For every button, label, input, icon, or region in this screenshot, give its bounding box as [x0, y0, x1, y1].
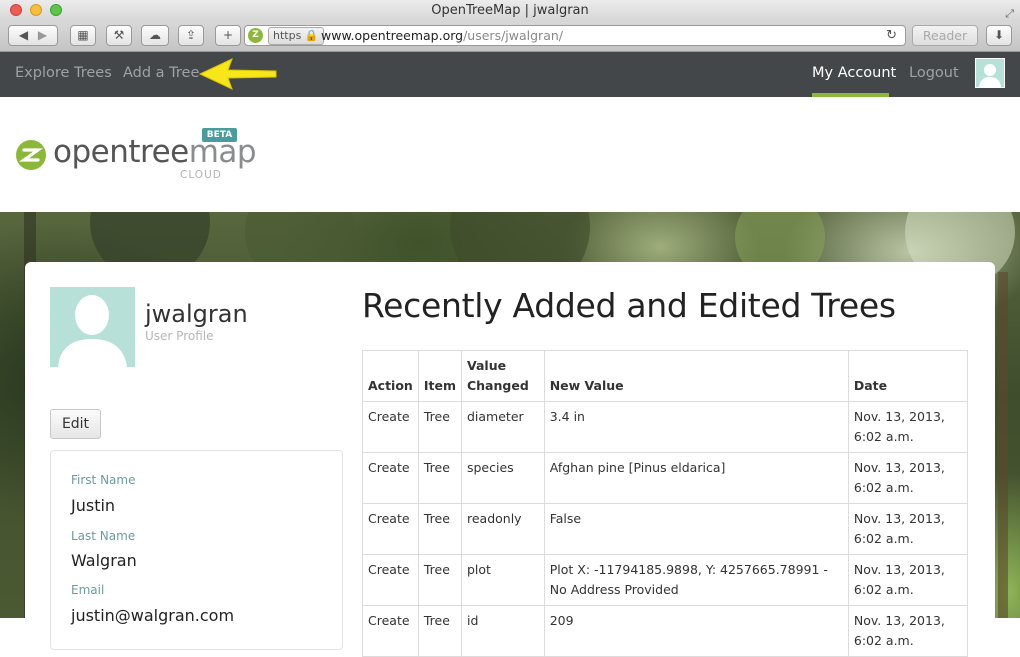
lock-icon: 🔒 [304, 29, 319, 42]
annotation-arrow-icon [198, 58, 277, 90]
browser-toolbar: ◀ ▶ ▦ ⚒ ☁ ⇪ + Z https 🔒 www.opentreemap.… [0, 22, 1020, 52]
new-tab-button[interactable]: + [215, 25, 241, 46]
site-header: opentreemap BETA CLOUD [0, 97, 1020, 212]
plus-icon: + [222, 28, 234, 42]
last-name-label: Last Name [71, 529, 136, 543]
last-name-value: Walgran [71, 551, 137, 570]
first-name-value: Justin [71, 496, 116, 515]
cell-new-value: Afghan pine [Pinus eldarica] [543, 452, 849, 504]
cell-new-value: 3.4 in [543, 401, 849, 453]
download-icon: ⬇ [993, 28, 1005, 42]
url-path: /users/jwalgran/ [463, 28, 563, 43]
cell-new-value: 209 [543, 605, 849, 657]
nav-add-a-tree[interactable]: Add a Tree [123, 65, 199, 81]
reload-icon[interactable]: ↻ [886, 26, 897, 45]
logo-subtitle: CLOUD [180, 169, 222, 181]
recent-trees-title: Recently Added and Edited Trees [362, 286, 896, 325]
cell-date: Nov. 13, 2013, 6:02 a.m. [847, 401, 969, 453]
cell-date: Nov. 13, 2013, 6:02 a.m. [847, 554, 969, 606]
opentreemap-logo-icon[interactable] [16, 140, 46, 170]
cell-item: Tree [417, 452, 462, 504]
profile-avatar [50, 287, 135, 367]
share-button[interactable]: ⇪ [178, 25, 204, 46]
cell-value-changed: plot [460, 554, 545, 606]
cell-item: Tree [417, 503, 462, 555]
cell-new-value: Plot X: -11794185.9898, Y: 4257665.78991… [543, 554, 849, 606]
site-nav: Explore Trees Add a Tree My Account Logo… [0, 52, 1020, 97]
cell-item: Tree [417, 605, 462, 657]
tools-button[interactable]: ⚒ [106, 25, 132, 46]
cell-date: Nov. 13, 2013, 6:02 a.m. [847, 605, 969, 657]
https-badge: https 🔒 [268, 27, 324, 45]
back-icon[interactable]: ◀ [19, 28, 28, 42]
email-label: Email [71, 583, 105, 597]
column-header-value-changed: Value Changed [460, 350, 545, 402]
nav-my-account[interactable]: My Account [812, 65, 896, 81]
back-forward-buttons[interactable]: ◀ ▶ [8, 25, 58, 46]
downloads-button[interactable]: ⬇ [986, 25, 1012, 46]
email-value: justin@walgran.com [71, 606, 235, 625]
recent-trees-table: Action Item Value Changed New Value Date… [362, 350, 969, 657]
edit-profile-button[interactable]: Edit [50, 409, 101, 439]
table-row: Create Tree readonly False Nov. 13, 2013… [362, 503, 969, 555]
url-host: www.opentreemap.org [321, 28, 464, 43]
user-silhouette-icon [979, 64, 1001, 87]
table-row: Create Tree plot Plot X: -11794185.9898,… [362, 554, 969, 606]
wrench-icon: ⚒ [113, 28, 125, 42]
profile-card: jwalgran User Profile Edit First Name Ju… [25, 262, 995, 657]
profile-username: jwalgran [145, 300, 248, 328]
minimize-window-button[interactable] [30, 4, 42, 16]
nav-logout[interactable]: Logout [909, 65, 959, 81]
cell-action: Create [362, 554, 419, 606]
cell-date: Nov. 13, 2013, 6:02 a.m. [847, 503, 969, 555]
cell-action: Create [362, 401, 419, 453]
cell-value-changed: species [460, 452, 545, 504]
table-header-row: Action Item Value Changed New Value Date [362, 350, 969, 402]
icloud-button[interactable]: ☁ [141, 25, 169, 46]
column-header-item: Item [417, 350, 462, 402]
column-header-new-value: New Value [543, 350, 849, 402]
first-name-label: First Name [71, 473, 136, 487]
nav-avatar[interactable] [975, 58, 1005, 88]
cell-action: Create [362, 503, 419, 555]
cell-item: Tree [417, 401, 462, 453]
window-title: OpenTreeMap | jwalgran [431, 3, 589, 18]
cell-value-changed: id [460, 605, 545, 657]
cell-value-changed: diameter [460, 401, 545, 453]
close-window-button[interactable] [10, 4, 22, 16]
site-favicon-icon: Z [248, 28, 263, 43]
column-header-date: Date [847, 350, 969, 402]
cloud-icon: ☁ [149, 28, 161, 42]
cell-new-value: False [543, 503, 849, 555]
forward-icon[interactable]: ▶ [38, 28, 47, 42]
table-row: Create Tree species Afghan pine [Pinus e… [362, 452, 969, 504]
logo-text-dark: opentree [53, 134, 189, 170]
user-silhouette-icon [58, 295, 127, 367]
cell-item: Tree [417, 554, 462, 606]
window-titlebar: OpenTreeMap | jwalgran ⤢ [0, 0, 1020, 22]
table-row: Create Tree id 209 Nov. 13, 2013, 6:02 a… [362, 605, 969, 657]
cell-value-changed: readonly [460, 503, 545, 555]
topsites-button[interactable]: ▦ [70, 25, 96, 46]
cell-date: Nov. 13, 2013, 6:02 a.m. [847, 452, 969, 504]
grid-icon: ▦ [77, 28, 89, 42]
reader-button[interactable]: Reader [912, 25, 978, 46]
url-text[interactable]: www.opentreemap.org/users/jwalgran/ [321, 26, 563, 45]
table-row: Create Tree diameter 3.4 in Nov. 13, 201… [362, 401, 969, 453]
https-label: https [273, 29, 302, 42]
cell-action: Create [362, 605, 419, 657]
zoom-window-button[interactable] [50, 4, 62, 16]
address-bar[interactable]: Z https 🔒 www.opentreemap.org/users/jwal… [244, 25, 906, 46]
beta-badge: BETA [202, 128, 237, 142]
profile-subtitle: User Profile [145, 329, 214, 343]
column-header-action: Action [362, 350, 419, 402]
nav-explore-trees[interactable]: Explore Trees [15, 65, 112, 81]
cell-action: Create [362, 452, 419, 504]
share-icon: ⇪ [185, 28, 197, 42]
profile-info-panel: First Name Justin Last Name Walgran Emai… [50, 450, 343, 650]
